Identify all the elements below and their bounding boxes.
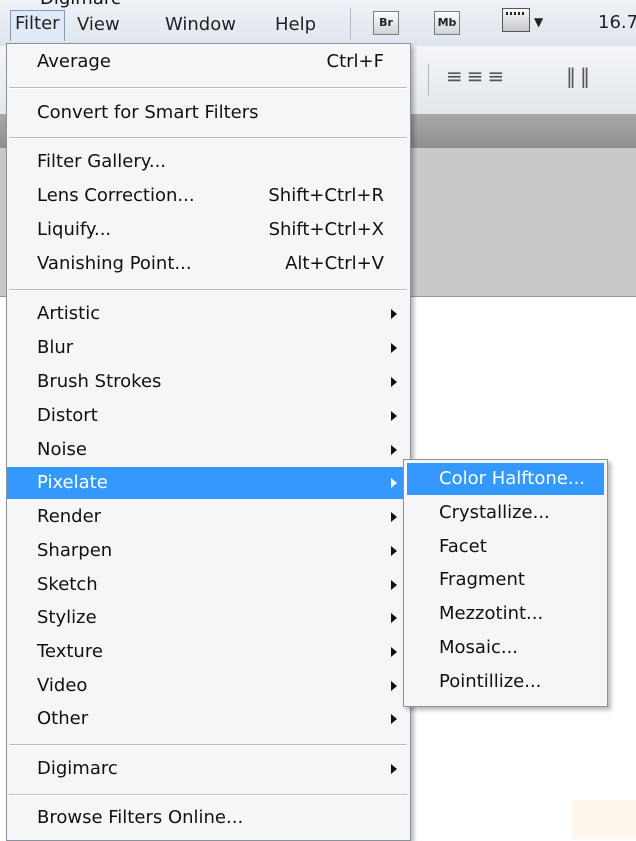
chevron-down-icon[interactable]: ▼ <box>534 15 543 29</box>
menu-separator <box>9 289 407 291</box>
submenu-arrow-icon <box>391 613 397 623</box>
submenu-item-fragment[interactable]: Fragment <box>407 564 604 596</box>
mini-bridge-button[interactable]: Mb <box>434 11 460 35</box>
submenu-item-facet[interactable]: Facet <box>407 531 604 563</box>
menu-item-blur[interactable]: Blur <box>7 332 410 364</box>
submenu-item-mosaic[interactable]: Mosaic... <box>407 632 604 664</box>
menu-separator <box>9 137 407 139</box>
menu-item-label: Other <box>37 708 89 729</box>
submenu-item-color-halftone[interactable]: Color Halftone... <box>407 463 604 495</box>
menu-item-average[interactable]: Average Ctrl+F <box>7 46 410 78</box>
align-icons[interactable]: ≡≡≡ <box>446 64 508 88</box>
submenu-arrow-icon <box>391 764 397 774</box>
menu-item-label: Browse Filters Online... <box>37 807 244 828</box>
menu-item-shortcut: Shift+Ctrl+R <box>268 185 384 206</box>
menu-item-distort[interactable]: Distort <box>7 400 410 432</box>
submenu-arrow-icon <box>391 377 397 387</box>
submenu-arrow-icon <box>391 647 397 657</box>
menu-item-vanishing-point[interactable]: Vanishing Point... Alt+Ctrl+V <box>7 248 410 280</box>
menu-item-label: Average <box>37 51 111 72</box>
submenu-arrow-icon <box>391 411 397 421</box>
menu-item-brush-strokes[interactable]: Brush Strokes <box>7 366 410 398</box>
menu-item-label: Brush Strokes <box>37 371 162 392</box>
submenu-item-mezzotint[interactable]: Mezzotint... <box>407 598 604 630</box>
menu-separator <box>9 744 407 746</box>
filter-menu: Average Ctrl+F Convert for Smart Filters… <box>6 43 411 841</box>
menu-item-label: Video <box>37 675 88 696</box>
menu-item-label: Noise <box>37 439 87 460</box>
submenu-arrow-icon <box>391 445 397 455</box>
submenu-arrow-icon <box>391 580 397 590</box>
options-divider <box>428 64 429 96</box>
submenu-item-crystallize[interactable]: Crystallize... <box>407 497 604 529</box>
menu-item-label: Sharpen <box>37 540 113 561</box>
submenu-arrow-icon <box>391 546 397 556</box>
menu-item-digimarc[interactable]: Digimarc <box>7 753 410 785</box>
menu-item-label: Pixelate <box>37 472 108 493</box>
menu-item-shortcut: Ctrl+F <box>326 51 384 72</box>
menu-item-other[interactable]: Other <box>7 703 410 735</box>
menu-item-convert-smart-filters[interactable]: Convert for Smart Filters <box>7 97 410 129</box>
menubar-divider <box>350 8 351 40</box>
menu-item-label: Blur <box>37 337 74 358</box>
menu-item-label: Vanishing Point... <box>37 253 192 274</box>
menu-bar: Digimarc Filter View Window Help Br Mb ▼… <box>0 0 636 47</box>
submenu-item-pointillize[interactable]: Pointillize... <box>407 666 604 698</box>
menu-item-shortcut: Shift+Ctrl+X <box>268 219 384 240</box>
menu-item-video[interactable]: Video <box>7 670 410 702</box>
menu-filter[interactable]: Filter <box>10 10 65 41</box>
menu-item-liquify[interactable]: Liquify... Shift+Ctrl+X <box>7 214 410 246</box>
menu-item-filter-gallery[interactable]: Filter Gallery... <box>7 146 410 178</box>
menu-item-label: Digimarc <box>37 758 118 779</box>
pixelate-submenu: Color Halftone... Crystallize... Facet F… <box>403 459 608 707</box>
submenu-arrow-icon <box>391 309 397 319</box>
menu-help[interactable]: Help <box>275 12 316 38</box>
menu-item-label: Filter Gallery... <box>37 151 167 172</box>
menu-separator <box>9 794 407 796</box>
submenu-arrow-icon <box>391 512 397 522</box>
screen-mode-icon[interactable] <box>502 8 530 32</box>
menu-item-label: Stylize <box>37 607 97 628</box>
menu-item-label: Render <box>37 506 102 527</box>
submenu-arrow-icon <box>391 343 397 353</box>
distribute-icons[interactable]: ‖‖ <box>566 64 594 88</box>
zoom-level[interactable]: 16.7 <box>598 12 636 33</box>
menu-item-label: Distort <box>37 405 98 426</box>
menu-item-shortcut: Alt+Ctrl+V <box>285 253 384 274</box>
menu-item-texture[interactable]: Texture <box>7 636 410 668</box>
menu-item-noise[interactable]: Noise <box>7 434 410 466</box>
menu-item-browse-filters-online[interactable]: Browse Filters Online... <box>7 802 410 834</box>
menu-item-sketch[interactable]: Sketch <box>7 569 410 601</box>
canvas-corner <box>572 800 636 839</box>
menu-separator <box>9 87 407 89</box>
menu-window[interactable]: Window <box>165 12 236 38</box>
menu-item-artistic[interactable]: Artistic <box>7 298 410 330</box>
submenu-arrow-icon <box>391 714 397 724</box>
menu-item-label: Sketch <box>37 574 98 595</box>
menu-item-stylize[interactable]: Stylize <box>7 602 410 634</box>
menu-item-lens-correction[interactable]: Lens Correction... Shift+Ctrl+R <box>7 180 410 212</box>
menu-item-label: Liquify... <box>37 219 112 240</box>
menu-item-label: Convert for Smart Filters <box>37 102 259 123</box>
menu-item-label: Artistic <box>37 303 101 324</box>
menu-item-label: Texture <box>37 641 103 662</box>
menu-item-pixelate[interactable]: Pixelate <box>7 467 410 499</box>
submenu-arrow-icon <box>391 681 397 691</box>
menu-item-render[interactable]: Render <box>7 501 410 533</box>
previous-menu-peek: Digimarc <box>40 0 121 9</box>
menu-item-label: Lens Correction... <box>37 185 195 206</box>
submenu-arrow-icon <box>391 478 397 488</box>
menu-view[interactable]: View <box>77 12 120 38</box>
bridge-button[interactable]: Br <box>373 11 399 35</box>
menu-item-sharpen[interactable]: Sharpen <box>7 535 410 567</box>
